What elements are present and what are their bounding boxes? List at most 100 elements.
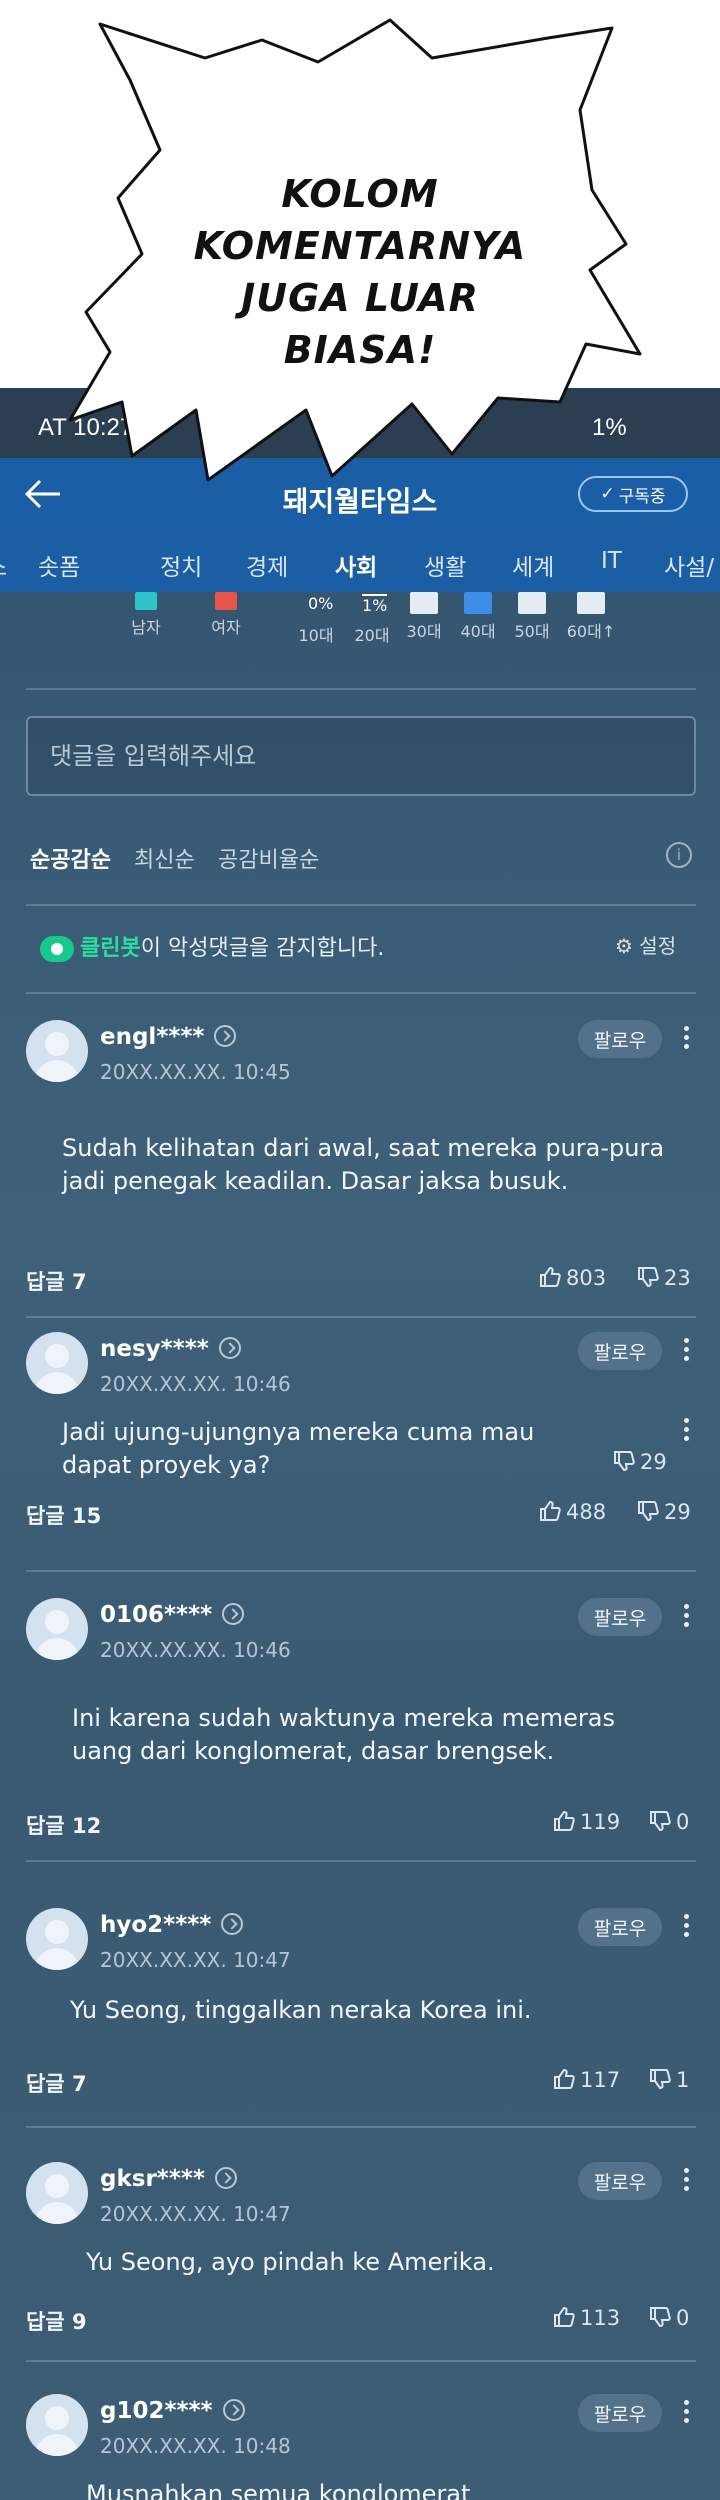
comment-text: Musnahkan semua konglomerat [86, 2478, 470, 2500]
more-options-icon[interactable] [676, 1334, 696, 1368]
tab-shorts[interactable]: 솟폼 [38, 548, 80, 582]
comment-username[interactable]: gksr**** [100, 2166, 237, 2192]
like-button[interactable]: 488 [538, 1500, 606, 1525]
avatar[interactable] [26, 1020, 88, 1082]
follow-button[interactable]: 팔로우 [578, 1332, 662, 1370]
info-icon[interactable]: i [666, 842, 692, 868]
tab-world[interactable]: 세계 [512, 548, 554, 582]
age40-box [464, 592, 492, 614]
username-text: hyo2**** [100, 1912, 212, 1938]
reply-button[interactable]: 답글 7 [26, 2068, 87, 2098]
avatar[interactable] [26, 1332, 88, 1394]
tab-it[interactable]: IT [601, 548, 622, 574]
tab-society[interactable]: 사회 [335, 548, 377, 582]
age30-box [410, 592, 438, 614]
like-button[interactable]: 803 [538, 1266, 606, 1291]
follow-button[interactable]: 팔로우 [578, 2162, 662, 2200]
stat-label-male: 남자 [131, 618, 161, 637]
comment-input[interactable] [28, 718, 694, 794]
stat-male: 남자 [116, 592, 176, 638]
like-button[interactable]: 119 [552, 1810, 620, 1835]
like-button[interactable]: 113 [552, 2306, 620, 2331]
stat-10s: 10대 [286, 618, 346, 646]
sort-by-likes[interactable]: 순공감순 [30, 842, 111, 874]
dislike-button[interactable]: 0 [648, 2306, 689, 2331]
stat-60s: 60대↑ [556, 592, 626, 642]
stat-50s: 50대 [502, 592, 562, 642]
divider [26, 688, 696, 690]
reply-button[interactable]: 답글 12 [26, 1810, 101, 1840]
comment-line: Musnahkan semua konglomerat [86, 2480, 471, 2500]
comment-time: 20XX.XX.XX. 10:46 [100, 1638, 291, 1662]
thumbs-up-icon [554, 1810, 575, 1831]
comment-line: Jadi ujung-ujungnya mereka cuma mau [62, 1418, 535, 1446]
avatar[interactable] [26, 1598, 88, 1660]
tab-editorial[interactable]: 사설/ [664, 548, 714, 582]
dislike-button[interactable]: 0 [648, 1810, 689, 1835]
sort-by-ratio[interactable]: 공감비율순 [218, 842, 319, 874]
comment-line: Yu Seong, ayo pindah ke Amerika. [86, 2248, 495, 2276]
avatar[interactable] [26, 2394, 88, 2456]
comment-text: Jadi ujung-ujungnya mereka cuma mau dapa… [62, 1416, 534, 1482]
comment-username[interactable]: engl**** [100, 1024, 237, 1050]
follow-button[interactable]: 팔로우 [578, 1598, 662, 1636]
more-options-icon[interactable] [676, 1910, 696, 1944]
dislike-button[interactable]: 1 [648, 2068, 689, 2093]
female-color-box [215, 592, 237, 610]
comment-input-box[interactable] [26, 716, 696, 796]
follow-button[interactable]: 팔로우 [578, 1020, 662, 1058]
sort-by-latest[interactable]: 최신순 [134, 842, 195, 874]
comment-stats: 남자 여자 0% 1% 10대 20대 30대 40대 50대 60대↑ [0, 592, 720, 674]
cleanbot-name: 클린봇 [80, 936, 141, 961]
dislike-count: 0 [676, 1810, 690, 1834]
tab-economy[interactable]: 경제 [246, 548, 288, 582]
avatar[interactable] [26, 2162, 88, 2224]
tab-life[interactable]: 생활 [424, 548, 466, 582]
dislike-button[interactable]: 29 [636, 1500, 691, 1525]
comment-line: Yu Seong, tinggalkan neraka Korea ini. [70, 1996, 532, 2024]
stat-20s: 20대 [342, 618, 402, 646]
comment-username[interactable]: g102**** [100, 2398, 245, 2424]
divider [26, 992, 696, 994]
thumbs-down-icon [650, 1811, 671, 1832]
comment-time: 20XX.XX.XX. 10:48 [100, 2434, 291, 2458]
reply-button[interactable]: 답글 15 [26, 1500, 101, 1530]
stat-40s: 40대 [448, 592, 508, 642]
follow-button[interactable]: 팔로우 [578, 1908, 662, 1946]
divider [26, 904, 696, 906]
pct-20s: 1% [362, 594, 388, 615]
more-options-icon[interactable] [676, 1414, 696, 1448]
tab-politics[interactable]: 정치 [160, 548, 202, 582]
comment-username[interactable]: 0106**** [100, 1602, 245, 1628]
dislike-button[interactable]: 29 [612, 1450, 667, 1475]
male-color-box [135, 592, 157, 610]
more-options-icon[interactable] [676, 1022, 696, 1056]
caption-line: KOMENTARNYA [193, 224, 527, 268]
comment-username[interactable]: nesy**** [100, 1336, 241, 1362]
category-tabs: 스 솟폼 정치 경제 사회 생활 세계 IT 사설/ [0, 528, 720, 592]
comment-text: Sudah kelihatan dari awal, saat mereka p… [62, 1132, 664, 1198]
follow-button[interactable]: 팔로우 [578, 2394, 662, 2432]
more-options-icon[interactable] [676, 2396, 696, 2430]
chevron-right-icon [222, 2398, 245, 2421]
dislike-count: 23 [664, 1266, 691, 1290]
more-options-icon[interactable] [676, 2164, 696, 2198]
age50-box [518, 592, 546, 614]
reply-button[interactable]: 답글 7 [26, 1266, 87, 1296]
chevron-right-icon [218, 1336, 241, 1359]
dislike-count: 29 [640, 1450, 667, 1474]
comment-username[interactable]: hyo2**** [100, 1912, 244, 1938]
chevron-right-icon [221, 1912, 244, 1935]
like-button[interactable]: 117 [552, 2068, 620, 2093]
pct-10s: 0% [308, 594, 334, 613]
avatar[interactable] [26, 1908, 88, 1970]
tab-news[interactable]: 스 [0, 548, 7, 582]
phone-screenshot: AT 10:27 1% 돼지월타임스 ✓ 구독중 스 솟폼 정치 경제 사회 생… [0, 388, 720, 2500]
cleanbot-settings[interactable]: ⚙ 설정 [615, 930, 676, 959]
more-options-icon[interactable] [676, 1600, 696, 1634]
reply-button[interactable]: 답글 9 [26, 2306, 87, 2336]
dislike-button[interactable]: 23 [636, 1266, 691, 1291]
like-count: 113 [580, 2306, 621, 2330]
age60-box [577, 592, 605, 614]
thumbs-up-icon [540, 1500, 561, 1521]
